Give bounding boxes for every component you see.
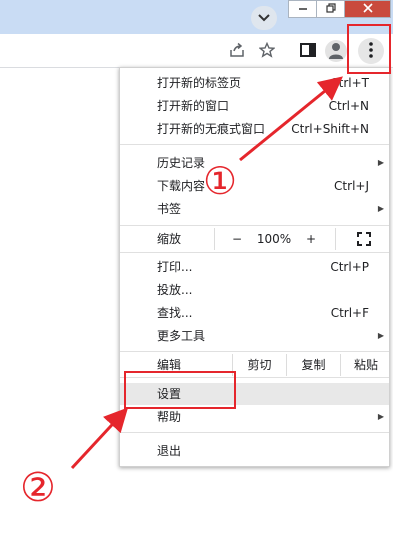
annotation-arrow-2 <box>70 407 129 470</box>
annotation-arrows <box>70 76 343 470</box>
annotation-arrow-1 <box>239 76 343 162</box>
annotation-step-2: ② <box>20 465 56 511</box>
annotation-step-1: ① <box>203 159 238 203</box>
